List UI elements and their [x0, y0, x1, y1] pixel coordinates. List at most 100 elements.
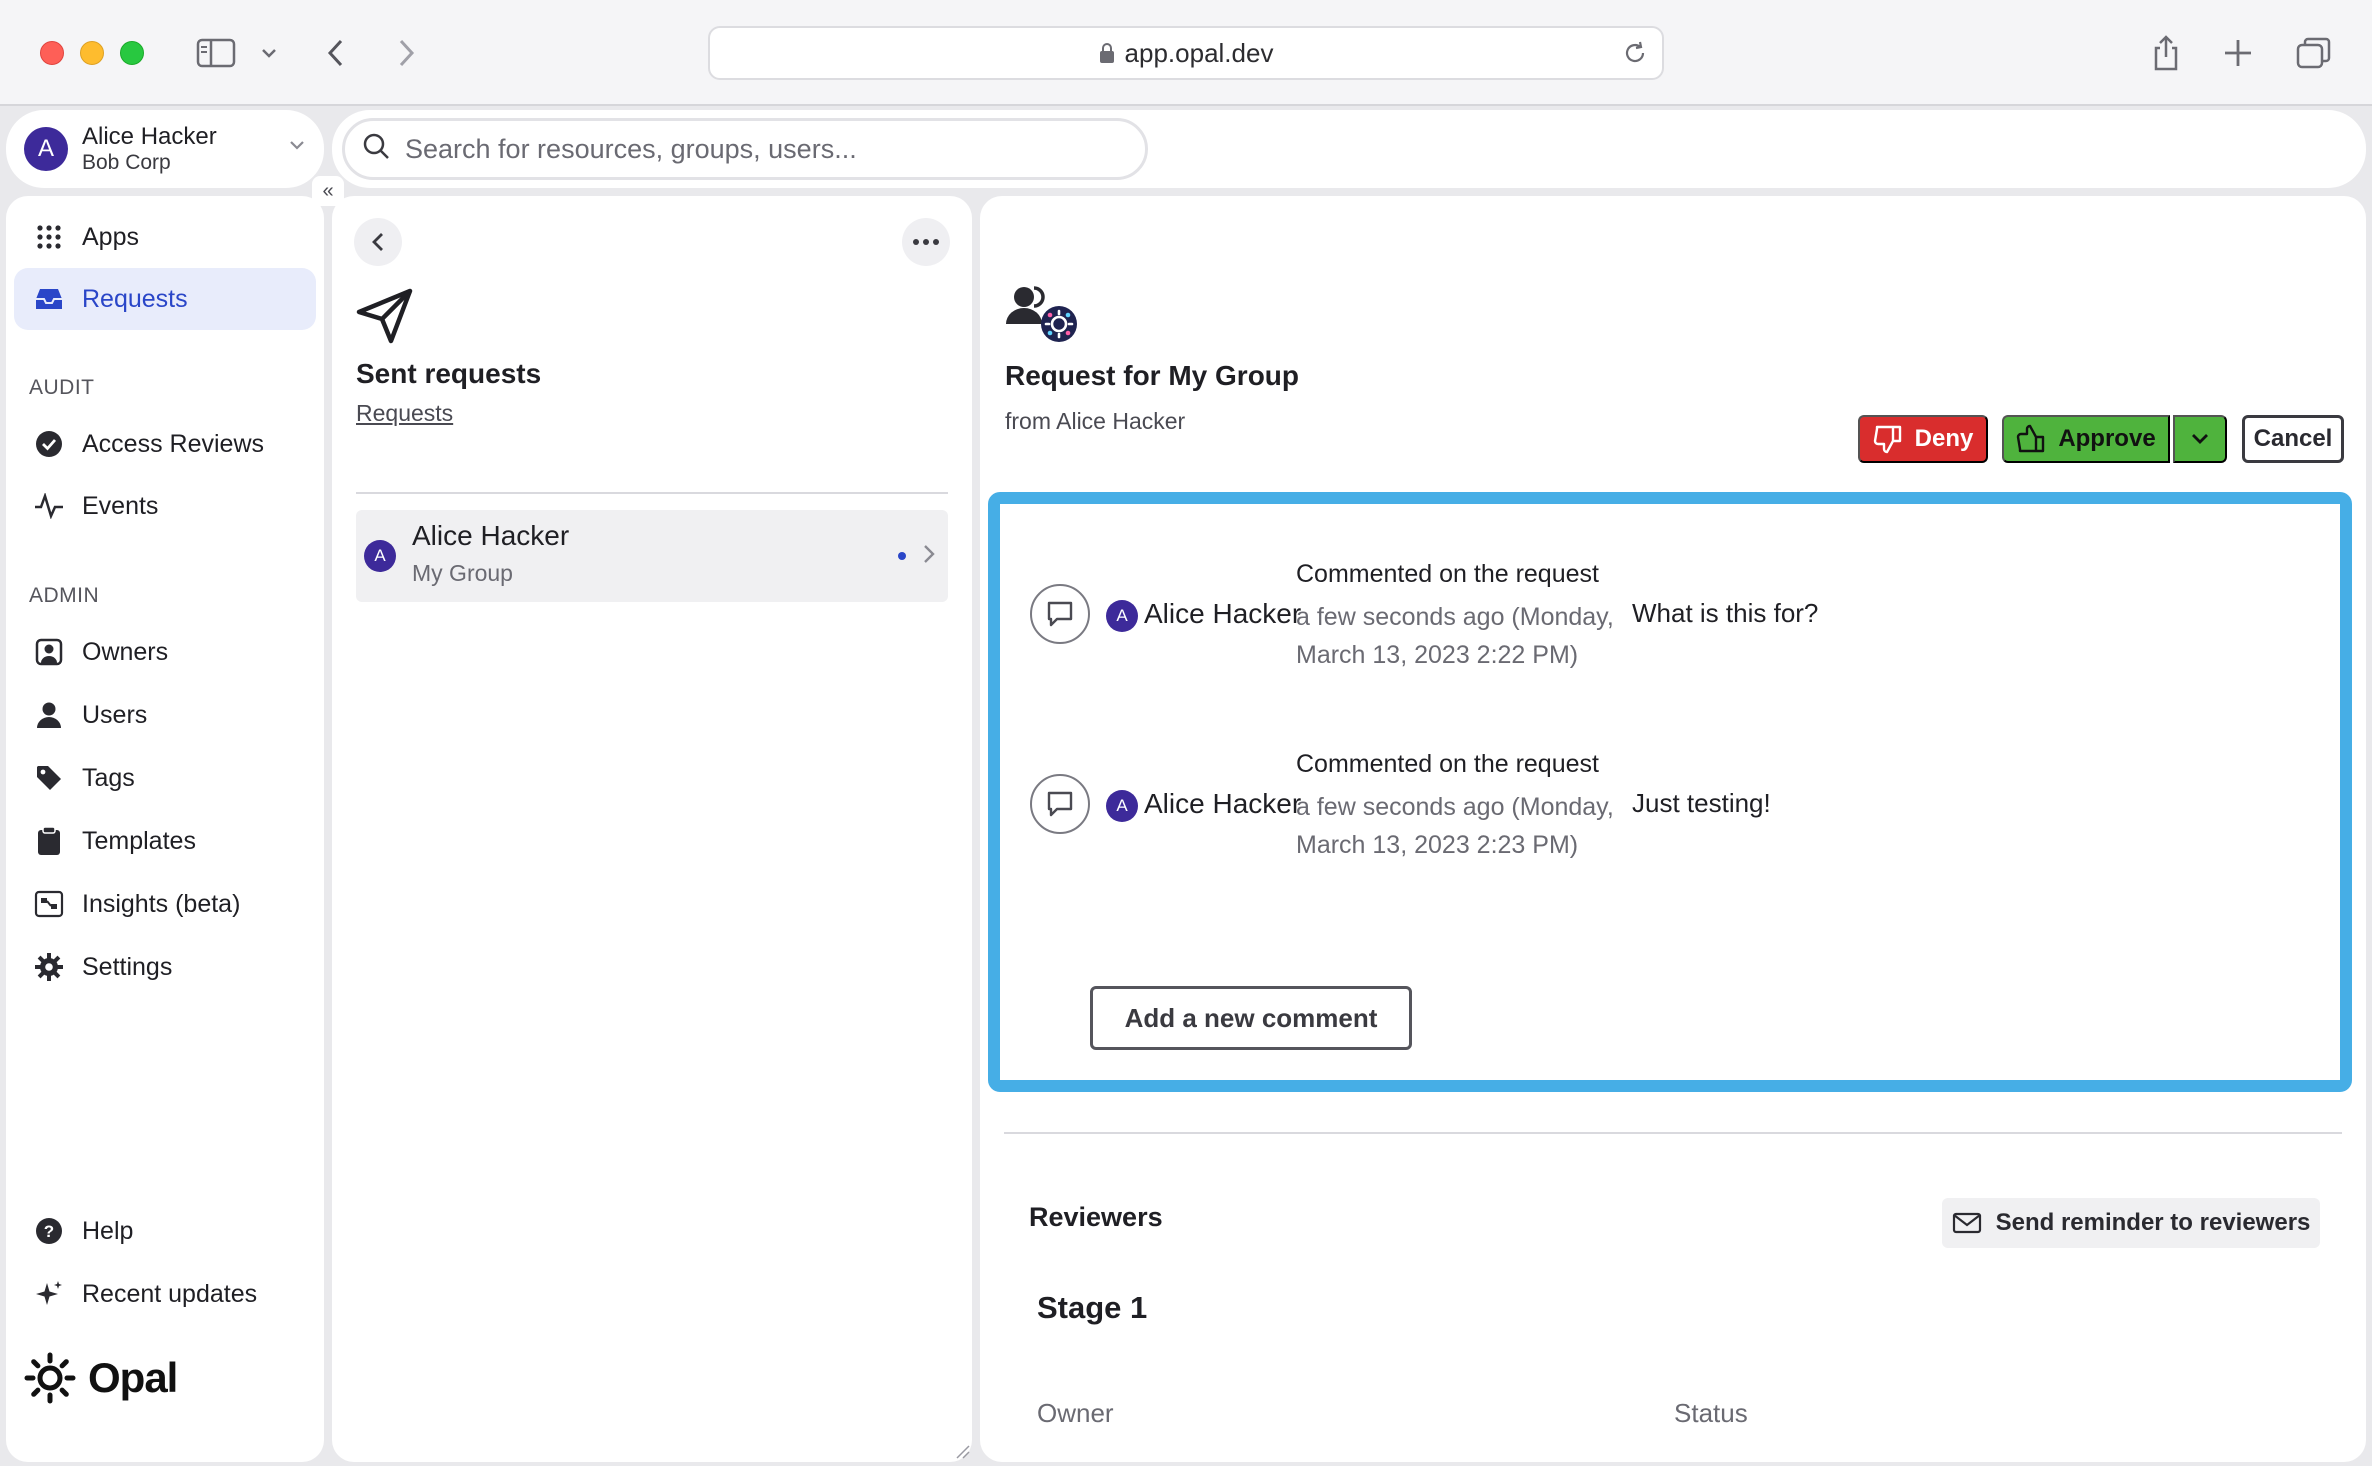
sidebar-item-label: Tags [82, 763, 135, 792]
mail-icon [1952, 1211, 1982, 1235]
account-switcher[interactable]: A Alice Hacker Bob Corp [6, 110, 324, 188]
comment-icon [1030, 584, 1090, 644]
sidebar-item-label: Templates [82, 826, 196, 855]
chevron-down-icon [288, 138, 306, 156]
sidebar-item-label: Events [82, 491, 159, 520]
add-comment-button[interactable]: Add a new comment [1090, 986, 1412, 1050]
breadcrumb[interactable]: Requests [356, 400, 453, 427]
sidebar-item-users[interactable]: Users [14, 684, 316, 746]
list-item[interactable]: A Alice Hacker My Group [356, 510, 948, 602]
new-tab-icon[interactable] [2216, 30, 2260, 76]
thumbs-up-icon [2016, 424, 2046, 454]
sidebar-item-label: Insights (beta) [82, 889, 241, 918]
clipboard-icon [34, 826, 64, 856]
sidebar-item-label: Settings [82, 952, 173, 981]
back-icon[interactable] [316, 30, 356, 76]
sidebar-item-label: Users [82, 700, 148, 729]
requester-name: Alice Hacker [412, 520, 570, 551]
sidebar-item-apps[interactable]: Apps [14, 206, 316, 268]
search-box[interactable] [342, 118, 1148, 180]
sidebar-item-tags[interactable]: Tags [14, 747, 316, 809]
chevron-right-icon [922, 542, 936, 571]
zoom-window-button[interactable] [120, 41, 144, 65]
request-list-panel: Sent requests Requests A Alice Hacker My… [332, 196, 972, 1462]
avatar: A [1106, 790, 1138, 822]
ellipsis-icon [913, 239, 939, 245]
user-icon [34, 700, 64, 730]
avatar: A [24, 127, 68, 171]
column-header-owner: Owner [1037, 1398, 1114, 1428]
section-label-admin: ADMIN [29, 584, 100, 607]
svg-text:?: ? [44, 1222, 54, 1241]
tab-overview-icon[interactable] [2292, 30, 2336, 76]
account-name: Alice Hacker [82, 123, 217, 151]
avatar: A [1106, 600, 1138, 632]
owner-icon [34, 637, 64, 667]
more-options-button[interactable] [902, 218, 950, 266]
send-icon [356, 288, 414, 349]
request-detail-panel: Request for My Group from Alice Hacker D… [980, 196, 2366, 1462]
send-reminder-button[interactable]: Send reminder to reviewers [1942, 1198, 2320, 1248]
share-icon[interactable] [2144, 30, 2188, 76]
sidebar-item-label: Help [82, 1216, 134, 1245]
comment-text: What is this for? [1632, 598, 1819, 628]
sidebar-item-requests[interactable]: Requests [14, 268, 316, 330]
help-icon: ? [34, 1216, 64, 1246]
deny-button[interactable]: Deny [1858, 415, 1988, 463]
inbox-icon [34, 284, 64, 314]
close-window-button[interactable] [40, 41, 64, 65]
approve-options-button[interactable] [2173, 415, 2227, 463]
activity-icon [34, 491, 64, 521]
forward-icon[interactable] [386, 30, 426, 76]
chevron-down-icon [2192, 434, 2208, 444]
brand-name: Opal [88, 1354, 178, 1401]
divider [1004, 1132, 2342, 1134]
comment-timestamp: a few seconds ago (Monday, March 13, 202… [1296, 793, 1614, 859]
deny-label: Deny [1914, 425, 1974, 452]
sidebar-item-settings[interactable]: Settings [14, 936, 316, 998]
section-label-audit: AUDIT [29, 376, 95, 399]
sidebar-toggle-icon[interactable] [192, 30, 240, 76]
comment-timestamp: a few seconds ago (Monday, March 13, 202… [1296, 603, 1614, 669]
comment-author: Alice Hacker [1144, 788, 1302, 819]
comment-author: Alice Hacker [1144, 598, 1302, 629]
search-input[interactable] [405, 133, 1105, 165]
comment-text: Just testing! [1632, 788, 1771, 818]
resize-handle-icon[interactable] [955, 1444, 971, 1465]
comment-icon [1030, 774, 1090, 834]
sidebar-item-recent-updates[interactable]: Recent updates [14, 1263, 316, 1325]
sidebar-item-label: Owners [82, 637, 169, 666]
opal-logo-icon [24, 1352, 76, 1404]
minimize-window-button[interactable] [80, 41, 104, 65]
cancel-button[interactable]: Cancel [2242, 415, 2344, 463]
send-reminder-label: Send reminder to reviewers [1995, 1209, 2311, 1236]
sidebar-item-templates[interactable]: Templates [14, 810, 316, 872]
check-circle-icon [34, 429, 64, 459]
sidebar-item-events[interactable]: Events [14, 475, 316, 537]
sidebar-item-help[interactable]: ? Help [14, 1200, 316, 1262]
browser-titlebar: app.opal.dev [0, 0, 2372, 106]
comment-item: A Alice Hacker Commented on the request … [1030, 556, 2320, 669]
lock-icon [1099, 42, 1115, 64]
url-text: app.opal.dev [1124, 37, 1274, 68]
sidebar-item-owners[interactable]: Owners [14, 621, 316, 683]
sidebar-item-access-reviews[interactable]: Access Reviews [14, 413, 316, 475]
request-target: My Group [412, 560, 513, 586]
page-title: Sent requests [356, 358, 542, 389]
account-org: Bob Corp [82, 150, 171, 174]
chevron-down-icon[interactable] [254, 30, 284, 76]
chevron-left-icon [372, 233, 383, 251]
tag-icon [34, 763, 64, 793]
reload-icon[interactable] [1622, 40, 1648, 73]
sidebar-item-label: Access Reviews [82, 429, 264, 458]
group-icon [1004, 284, 1080, 351]
grid-icon [34, 222, 64, 252]
gear-icon [34, 952, 64, 982]
address-bar[interactable]: app.opal.dev [708, 26, 1664, 80]
comment-action: Commented on the request [1296, 560, 1599, 588]
approve-button[interactable]: Approve [2002, 415, 2170, 463]
thumbs-down-icon [1873, 424, 1903, 454]
sidebar-item-insights[interactable]: Insights (beta) [14, 873, 316, 935]
sidebar-item-label: Recent updates [82, 1279, 258, 1308]
back-button[interactable] [354, 218, 402, 266]
